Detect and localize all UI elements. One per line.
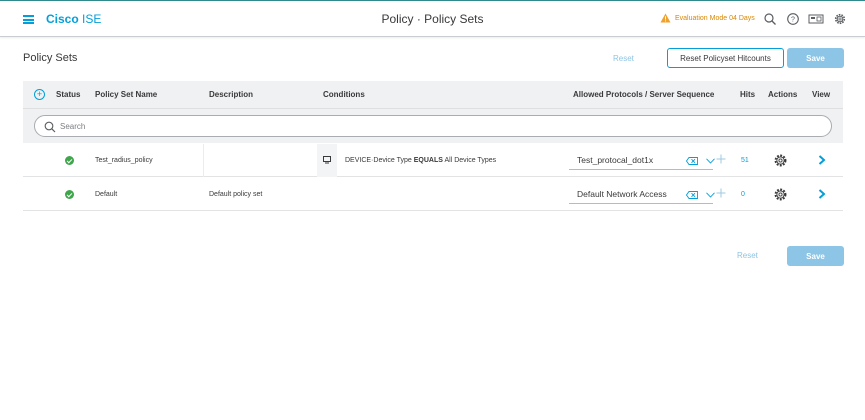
help-icon[interactable]: ? xyxy=(786,12,800,26)
chevron-right-icon[interactable] xyxy=(818,155,826,165)
warning-icon xyxy=(660,13,671,23)
chevron-down-icon[interactable] xyxy=(706,158,715,164)
chevron-right-icon[interactable] xyxy=(818,189,826,199)
status-enabled-icon[interactable] xyxy=(65,190,74,199)
status-enabled-icon[interactable] xyxy=(65,156,74,165)
chevron-down-icon[interactable] xyxy=(706,192,715,198)
clear-icon[interactable] xyxy=(686,191,698,199)
condition-icon-cell xyxy=(317,144,337,177)
condition-attribute: DEVICE·Device Type xyxy=(345,157,412,164)
condition-expression[interactable]: DEVICE·Device Type EQUALS All Device Typ… xyxy=(345,157,496,164)
policy-set-name[interactable]: Test_radius_policy xyxy=(95,157,153,164)
column-header-conditions[interactable]: Conditions xyxy=(323,90,365,99)
search-box[interactable] xyxy=(34,115,832,137)
svg-text:?: ? xyxy=(791,17,795,24)
column-header-view: View xyxy=(812,90,831,99)
column-divider xyxy=(203,144,204,177)
evaluation-text: Evaluation Mode 04 Days xyxy=(675,14,755,22)
column-header-name[interactable]: Policy Set Name xyxy=(95,90,157,99)
footer-reset-button[interactable]: Reset xyxy=(737,251,758,260)
column-header-hits[interactable]: Hits xyxy=(740,90,755,99)
dashboard-icon[interactable] xyxy=(808,12,824,26)
reset-hitcounts-button[interactable]: Reset Policyset Hitcounts xyxy=(667,48,784,68)
device-icon xyxy=(323,156,331,164)
settings-icon[interactable] xyxy=(833,12,847,26)
condition-value: All Device Types xyxy=(444,157,497,164)
column-header-description[interactable]: Description xyxy=(209,90,253,99)
search-row xyxy=(23,109,843,143)
top-navigation-bar: Cisco ISE Policy · Policy Sets Evaluatio… xyxy=(0,0,865,37)
gear-icon[interactable] xyxy=(773,187,788,202)
table-header: + Status Policy Set Name Description Con… xyxy=(23,81,843,109)
add-sequence-icon[interactable] xyxy=(716,154,726,164)
gear-icon[interactable] xyxy=(773,153,788,168)
allowed-protocol-select[interactable]: Default Network Access xyxy=(569,185,715,204)
search-icon xyxy=(44,121,56,133)
allowed-protocol-value: Default Network Access xyxy=(577,189,667,199)
condition-operator: EQUALS xyxy=(413,157,443,164)
column-header-protocols[interactable]: Allowed Protocols / Server Sequence xyxy=(573,90,714,99)
search-icon[interactable] xyxy=(763,12,777,26)
add-policy-set-icon[interactable]: + xyxy=(34,89,45,100)
footer-save-button[interactable]: Save xyxy=(787,246,844,266)
section-title: Policy Sets xyxy=(23,52,78,64)
column-header-status[interactable]: Status xyxy=(56,90,80,99)
add-sequence-icon[interactable] xyxy=(716,188,726,198)
policy-set-name[interactable]: Default xyxy=(95,191,117,198)
save-button[interactable]: Save xyxy=(787,48,844,68)
allowed-protocol-select[interactable]: Test_protocal_dot1x xyxy=(569,151,715,170)
column-header-actions: Actions xyxy=(768,90,798,99)
hits-count[interactable]: 0 xyxy=(741,191,745,198)
search-input[interactable] xyxy=(60,119,820,134)
clear-icon[interactable] xyxy=(686,157,698,165)
table-row[interactable]: Default Default policy set Default Netwo… xyxy=(23,178,843,211)
hits-count[interactable]: 51 xyxy=(741,157,749,164)
evaluation-banner[interactable]: Evaluation Mode 04 Days xyxy=(660,13,755,23)
reset-button[interactable]: Reset xyxy=(613,54,634,63)
policy-set-description[interactable]: Default policy set xyxy=(209,191,262,198)
allowed-protocol-value: Test_protocal_dot1x xyxy=(577,155,654,165)
table-row[interactable]: Test_radius_policy DEVICE·Device Type EQ… xyxy=(23,144,843,177)
